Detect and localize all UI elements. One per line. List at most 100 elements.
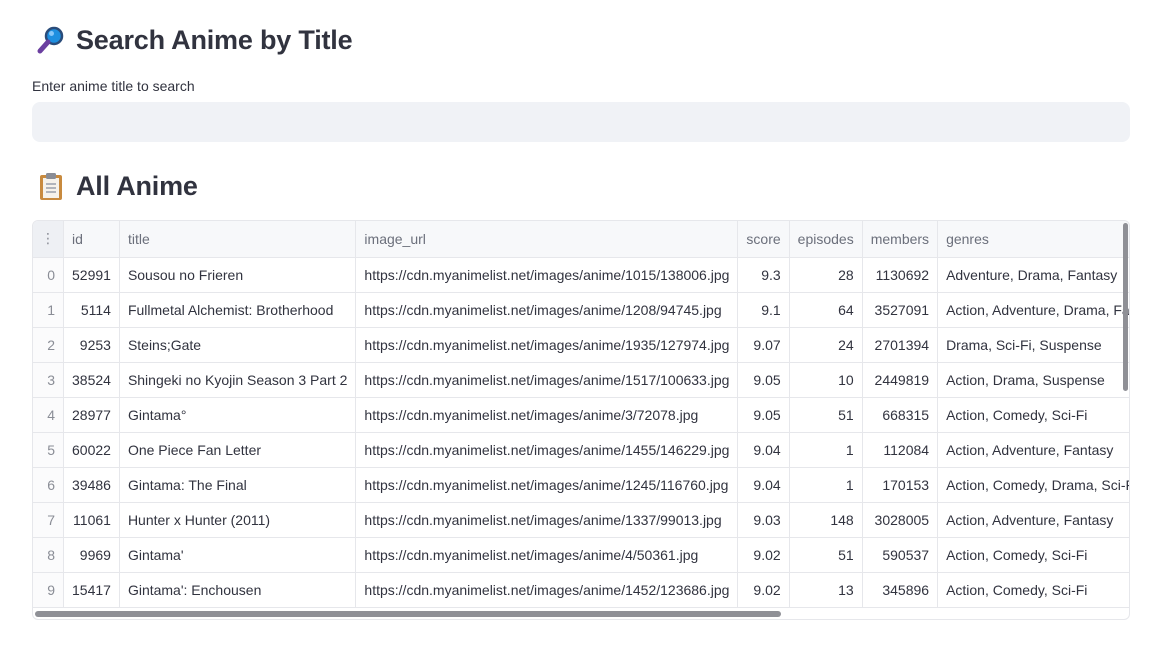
cell-members[interactable]: 2701394 — [862, 327, 939, 363]
table-row[interactable]: 5 60022 One Piece Fan Letter https://cdn.my… — [33, 432, 1129, 468]
cell-image-url[interactable]: https://cdn.myanimelist.net/images/anime… — [355, 537, 739, 573]
cell-members[interactable]: 112084 — [862, 432, 939, 468]
cell-genres[interactable]: Action, Comedy, Sci-Fi — [937, 537, 1129, 573]
row-index[interactable]: 1 — [33, 292, 64, 328]
cell-episodes[interactable]: 1 — [789, 432, 863, 468]
cell-genres[interactable]: Action, Adventure, Fantasy — [937, 432, 1129, 468]
row-index[interactable]: 2 — [33, 327, 64, 363]
cell-title[interactable]: Gintama: The Final — [119, 467, 357, 503]
row-menu-icon[interactable]: ⋮ — [33, 221, 64, 258]
cell-image-url[interactable]: https://cdn.myanimelist.net/images/anime… — [355, 572, 739, 608]
cell-score[interactable]: 9.04 — [737, 432, 790, 468]
cell-genres[interactable]: Action, Comedy, Drama, Sci-Fi — [937, 467, 1129, 503]
cell-episodes[interactable]: 10 — [789, 362, 863, 398]
cell-episodes[interactable]: 24 — [789, 327, 863, 363]
table-row[interactable]: 1 5114 Fullmetal Alchemist: Brotherhood htt… — [33, 292, 1129, 328]
cell-episodes[interactable]: 13 — [789, 572, 863, 608]
column-header-image-url[interactable]: image_url — [355, 221, 739, 258]
cell-id[interactable]: 9969 — [63, 537, 120, 573]
table-row[interactable]: 6 39486 Gintama: The Final https://cdn.myan… — [33, 467, 1129, 503]
cell-score[interactable]: 9.3 — [737, 257, 790, 293]
cell-genres[interactable]: Action, Adventure, Drama, Fantasy — [937, 292, 1129, 328]
cell-id[interactable]: 60022 — [63, 432, 120, 468]
cell-title[interactable]: Steins;Gate — [119, 327, 357, 363]
cell-genres[interactable]: Action, Comedy, Sci-Fi — [937, 397, 1129, 433]
cell-image-url[interactable]: https://cdn.myanimelist.net/images/anime… — [355, 327, 739, 363]
column-header-genres[interactable]: genres — [937, 221, 1129, 258]
row-index[interactable]: 5 — [33, 432, 64, 468]
column-header-episodes[interactable]: episodes — [789, 221, 863, 258]
cell-members[interactable]: 2449819 — [862, 362, 939, 398]
cell-episodes[interactable]: 1 — [789, 467, 863, 503]
cell-id[interactable]: 52991 — [63, 257, 120, 293]
table-row[interactable]: 4 28977 Gintama° https://cdn.myanimelist.ne… — [33, 397, 1129, 433]
cell-score[interactable]: 9.04 — [737, 467, 790, 503]
cell-genres[interactable]: Adventure, Drama, Fantasy — [937, 257, 1129, 293]
cell-score[interactable]: 9.1 — [737, 292, 790, 328]
anime-data-table[interactable]: ⋮ id title image_url score episodes memb… — [32, 220, 1130, 620]
table-row[interactable]: 2 9253 Steins;Gate https://cdn.myanimelist.… — [33, 327, 1129, 363]
horizontal-scrollbar[interactable] — [35, 611, 781, 617]
cell-genres[interactable]: Action, Comedy, Sci-Fi — [937, 572, 1129, 608]
search-input[interactable] — [32, 102, 1130, 142]
row-index[interactable]: 4 — [33, 397, 64, 433]
cell-image-url[interactable]: https://cdn.myanimelist.net/images/anime… — [355, 362, 739, 398]
row-index[interactable]: 3 — [33, 362, 64, 398]
cell-members[interactable]: 3028005 — [862, 502, 939, 538]
cell-genres[interactable]: Action, Adventure, Fantasy — [937, 502, 1129, 538]
row-index[interactable]: 6 — [33, 467, 64, 503]
cell-title[interactable]: Sousou no Frieren — [119, 257, 357, 293]
cell-score[interactable]: 9.02 — [737, 537, 790, 573]
cell-title[interactable]: Gintama' — [119, 537, 357, 573]
row-index[interactable]: 0 — [33, 257, 64, 293]
column-header-score[interactable]: score — [737, 221, 790, 258]
cell-title[interactable]: One Piece Fan Letter — [119, 432, 357, 468]
cell-id[interactable]: 28977 — [63, 397, 120, 433]
cell-id[interactable]: 15417 — [63, 572, 120, 608]
cell-episodes[interactable]: 51 — [789, 537, 863, 573]
cell-score[interactable]: 9.07 — [737, 327, 790, 363]
cell-id[interactable]: 5114 — [63, 292, 120, 328]
cell-image-url[interactable]: https://cdn.myanimelist.net/images/anime… — [355, 292, 739, 328]
cell-members[interactable]: 170153 — [862, 467, 939, 503]
cell-genres[interactable]: Action, Drama, Suspense — [937, 362, 1129, 398]
table-row[interactable]: 7 11061 Hunter x Hunter (2011) https://cdn.… — [33, 502, 1129, 538]
cell-image-url[interactable]: https://cdn.myanimelist.net/images/anime… — [355, 467, 739, 503]
row-index[interactable]: 8 — [33, 537, 64, 573]
cell-image-url[interactable]: https://cdn.myanimelist.net/images/anime… — [355, 432, 739, 468]
column-header-title[interactable]: title — [119, 221, 357, 258]
cell-image-url[interactable]: https://cdn.myanimelist.net/images/anime… — [355, 257, 739, 293]
cell-id[interactable]: 9253 — [63, 327, 120, 363]
table-row[interactable]: 8 9969 Gintama' https://cdn.myanimelist.net… — [33, 537, 1129, 573]
row-index[interactable]: 9 — [33, 572, 64, 608]
vertical-scrollbar[interactable] — [1123, 223, 1128, 391]
cell-score[interactable]: 9.05 — [737, 397, 790, 433]
cell-genres[interactable]: Drama, Sci-Fi, Suspense — [937, 327, 1129, 363]
cell-episodes[interactable]: 148 — [789, 502, 863, 538]
cell-members[interactable]: 345896 — [862, 572, 939, 608]
cell-image-url[interactable]: https://cdn.myanimelist.net/images/anime… — [355, 397, 739, 433]
cell-members[interactable]: 668315 — [862, 397, 939, 433]
cell-title[interactable]: Fullmetal Alchemist: Brotherhood — [119, 292, 357, 328]
cell-members[interactable]: 3527091 — [862, 292, 939, 328]
cell-title[interactable]: Gintama° — [119, 397, 357, 433]
cell-episodes[interactable]: 51 — [789, 397, 863, 433]
cell-score[interactable]: 9.05 — [737, 362, 790, 398]
cell-image-url[interactable]: https://cdn.myanimelist.net/images/anime… — [355, 502, 739, 538]
row-index[interactable]: 7 — [33, 502, 64, 538]
table-row[interactable]: 0 52991 Sousou no Frieren https://cdn.myani… — [33, 257, 1129, 293]
cell-score[interactable]: 9.02 — [737, 572, 790, 608]
cell-id[interactable]: 38524 — [63, 362, 120, 398]
cell-members[interactable]: 1130692 — [862, 257, 939, 293]
cell-score[interactable]: 9.03 — [737, 502, 790, 538]
cell-title[interactable]: Shingeki no Kyojin Season 3 Part 2 — [119, 362, 357, 398]
cell-members[interactable]: 590537 — [862, 537, 939, 573]
column-header-members[interactable]: members — [862, 221, 939, 258]
cell-episodes[interactable]: 28 — [789, 257, 863, 293]
column-header-id[interactable]: id — [63, 221, 120, 258]
cell-id[interactable]: 39486 — [63, 467, 120, 503]
cell-id[interactable]: 11061 — [63, 502, 120, 538]
table-row[interactable]: 9 15417 Gintama': Enchousen https://cdn.mya… — [33, 572, 1129, 608]
cell-episodes[interactable]: 64 — [789, 292, 863, 328]
table-row[interactable]: 3 38524 Shingeki no Kyojin Season 3 Part 2… — [33, 362, 1129, 398]
